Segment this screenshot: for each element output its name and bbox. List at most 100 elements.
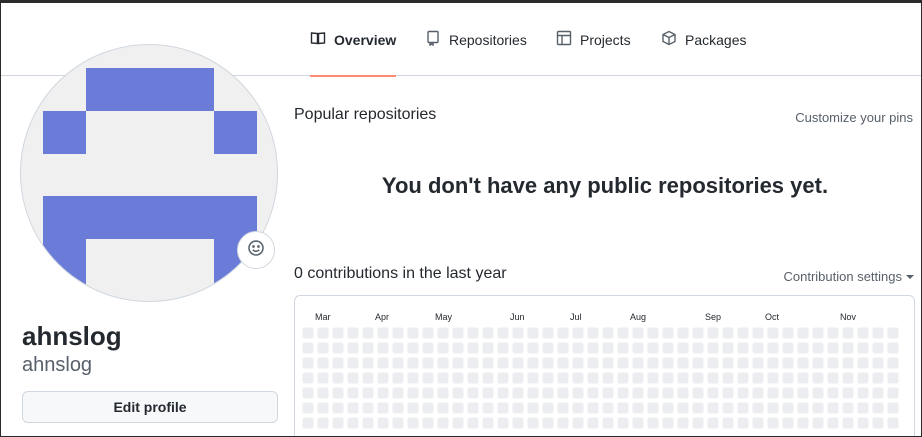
- contribution-day-cell[interactable]: [542, 357, 554, 369]
- contribution-day-cell[interactable]: [812, 372, 824, 384]
- contribution-day-cell[interactable]: [842, 417, 854, 429]
- contribution-day-cell[interactable]: [527, 417, 539, 429]
- contribution-day-cell[interactable]: [857, 342, 869, 354]
- contribution-day-cell[interactable]: [632, 387, 644, 399]
- contribution-day-cell[interactable]: [437, 327, 449, 339]
- contribution-day-cell[interactable]: [752, 402, 764, 414]
- contribution-day-cell[interactable]: [812, 327, 824, 339]
- contribution-day-cell[interactable]: [527, 402, 539, 414]
- contribution-day-cell[interactable]: [767, 357, 779, 369]
- contribution-day-cell[interactable]: [422, 417, 434, 429]
- contribution-day-cell[interactable]: [437, 387, 449, 399]
- contribution-day-cell[interactable]: [542, 327, 554, 339]
- contribution-day-cell[interactable]: [407, 357, 419, 369]
- contribution-day-cell[interactable]: [617, 342, 629, 354]
- contribution-day-cell[interactable]: [647, 342, 659, 354]
- contribution-day-cell[interactable]: [752, 417, 764, 429]
- contribution-day-cell[interactable]: [407, 372, 419, 384]
- contribution-day-cell[interactable]: [677, 417, 689, 429]
- contribution-day-cell[interactable]: [677, 342, 689, 354]
- contribution-day-cell[interactable]: [737, 327, 749, 339]
- contribution-day-cell[interactable]: [452, 372, 464, 384]
- contribution-day-cell[interactable]: [692, 342, 704, 354]
- contribution-day-cell[interactable]: [662, 417, 674, 429]
- contribution-day-cell[interactable]: [842, 372, 854, 384]
- contribution-day-cell[interactable]: [452, 342, 464, 354]
- contribution-day-cell[interactable]: [392, 417, 404, 429]
- contribution-day-cell[interactable]: [572, 357, 584, 369]
- contribution-day-cell[interactable]: [767, 342, 779, 354]
- contribution-day-cell[interactable]: [707, 342, 719, 354]
- contribution-day-cell[interactable]: [332, 387, 344, 399]
- contribution-day-cell[interactable]: [362, 342, 374, 354]
- edit-profile-button[interactable]: Edit profile: [22, 391, 278, 423]
- contribution-day-cell[interactable]: [347, 372, 359, 384]
- contribution-day-cell[interactable]: [752, 327, 764, 339]
- contribution-day-cell[interactable]: [857, 387, 869, 399]
- contribution-day-cell[interactable]: [617, 357, 629, 369]
- contribution-day-cell[interactable]: [887, 417, 899, 429]
- contribution-day-cell[interactable]: [602, 372, 614, 384]
- contribution-day-cell[interactable]: [617, 387, 629, 399]
- contribution-day-cell[interactable]: [812, 342, 824, 354]
- contribution-day-cell[interactable]: [812, 417, 824, 429]
- contribution-day-cell[interactable]: [887, 342, 899, 354]
- contribution-day-cell[interactable]: [827, 402, 839, 414]
- contribution-day-cell[interactable]: [872, 372, 884, 384]
- contribution-day-cell[interactable]: [542, 417, 554, 429]
- contribution-day-cell[interactable]: [692, 372, 704, 384]
- contribution-day-cell[interactable]: [767, 327, 779, 339]
- contribution-day-cell[interactable]: [557, 402, 569, 414]
- contribution-day-cell[interactable]: [572, 387, 584, 399]
- contribution-day-cell[interactable]: [767, 402, 779, 414]
- contribution-day-cell[interactable]: [692, 327, 704, 339]
- contribution-day-cell[interactable]: [302, 402, 314, 414]
- contribution-day-cell[interactable]: [362, 387, 374, 399]
- contribution-day-cell[interactable]: [377, 342, 389, 354]
- contribution-day-cell[interactable]: [782, 327, 794, 339]
- contribution-day-cell[interactable]: [692, 357, 704, 369]
- contribution-day-cell[interactable]: [422, 387, 434, 399]
- contribution-day-cell[interactable]: [752, 372, 764, 384]
- contribution-day-cell[interactable]: [812, 387, 824, 399]
- contribution-day-cell[interactable]: [872, 402, 884, 414]
- contribution-day-cell[interactable]: [857, 372, 869, 384]
- contribution-day-cell[interactable]: [797, 402, 809, 414]
- contribution-day-cell[interactable]: [587, 327, 599, 339]
- contribution-day-cell[interactable]: [767, 387, 779, 399]
- contribution-day-cell[interactable]: [722, 387, 734, 399]
- contribution-day-cell[interactable]: [812, 402, 824, 414]
- contribution-day-cell[interactable]: [887, 357, 899, 369]
- contribution-day-cell[interactable]: [587, 417, 599, 429]
- contribution-day-cell[interactable]: [662, 387, 674, 399]
- contribution-day-cell[interactable]: [602, 357, 614, 369]
- contribution-day-cell[interactable]: [377, 402, 389, 414]
- contribution-day-cell[interactable]: [497, 372, 509, 384]
- contribution-day-cell[interactable]: [647, 417, 659, 429]
- contribution-day-cell[interactable]: [617, 402, 629, 414]
- contribution-day-cell[interactable]: [647, 402, 659, 414]
- contribution-day-cell[interactable]: [647, 327, 659, 339]
- contribution-day-cell[interactable]: [527, 342, 539, 354]
- contribution-day-cell[interactable]: [587, 342, 599, 354]
- contribution-day-cell[interactable]: [377, 417, 389, 429]
- contribution-day-cell[interactable]: [812, 357, 824, 369]
- contribution-day-cell[interactable]: [782, 417, 794, 429]
- contribution-day-cell[interactable]: [572, 372, 584, 384]
- contribution-day-cell[interactable]: [662, 342, 674, 354]
- contribution-day-cell[interactable]: [602, 327, 614, 339]
- contribution-day-cell[interactable]: [617, 417, 629, 429]
- contribution-day-cell[interactable]: [452, 387, 464, 399]
- contribution-day-cell[interactable]: [617, 372, 629, 384]
- contribution-day-cell[interactable]: [317, 402, 329, 414]
- contribution-day-cell[interactable]: [707, 357, 719, 369]
- contribution-day-cell[interactable]: [842, 342, 854, 354]
- contribution-day-cell[interactable]: [797, 327, 809, 339]
- contribution-day-cell[interactable]: [362, 327, 374, 339]
- contribution-day-cell[interactable]: [722, 327, 734, 339]
- contribution-settings-dropdown[interactable]: Contribution settings: [783, 269, 914, 284]
- contribution-day-cell[interactable]: [527, 327, 539, 339]
- contribution-day-cell[interactable]: [842, 327, 854, 339]
- contribution-day-cell[interactable]: [377, 387, 389, 399]
- contribution-day-cell[interactable]: [437, 372, 449, 384]
